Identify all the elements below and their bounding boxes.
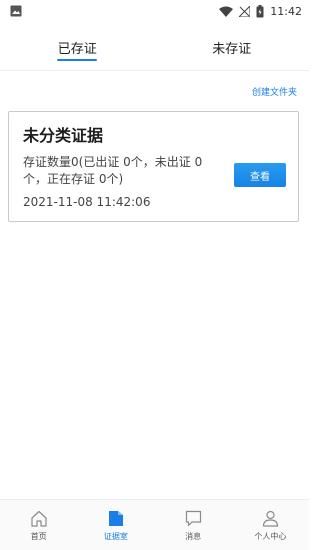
evidence-room-icon bbox=[108, 510, 124, 527]
tab-divider bbox=[0, 70, 309, 71]
message-icon bbox=[185, 510, 202, 527]
folder-timestamp: 2021-11-08 11:42:06 bbox=[23, 195, 151, 209]
evidence-folder-card[interactable]: 未分类证据 存证数量0(已出证 0个，未出证 0个，正在存证 0个) 2021-… bbox=[8, 111, 299, 222]
tab-stored[interactable]: 已存证 bbox=[0, 30, 155, 66]
status-time: 11:42 bbox=[270, 4, 302, 18]
tab-stored-label: 已存证 bbox=[57, 42, 97, 57]
folder-summary: 存证数量0(已出证 0个，未出证 0个，正在存证 0个) bbox=[23, 155, 203, 186]
folder-title: 未分类证据 bbox=[23, 126, 104, 145]
nav-label-profile: 个人中心 bbox=[254, 532, 287, 541]
nav-item-home[interactable]: 首页 bbox=[0, 500, 77, 550]
nav-label-evidence-room: 证据室 bbox=[103, 532, 128, 541]
status-bar: 11:42 bbox=[0, 0, 309, 22]
no-signal-icon bbox=[239, 5, 251, 17]
active-tab-indicator bbox=[57, 59, 98, 61]
status-icons: 11:42 bbox=[219, 4, 302, 18]
nav-item-profile[interactable]: 个人中心 bbox=[232, 500, 309, 550]
battery-icon bbox=[256, 4, 264, 18]
tab-not-stored-label: 未存证 bbox=[212, 42, 252, 57]
gallery-notification-icon bbox=[10, 5, 22, 17]
evidence-tabs: 已存证 未存证 bbox=[0, 30, 309, 66]
view-button[interactable]: 查看 bbox=[234, 163, 286, 187]
create-folder-link[interactable]: 创建文件夹 bbox=[252, 85, 297, 98]
nav-item-messages[interactable]: 消息 bbox=[155, 500, 232, 550]
wifi-icon bbox=[219, 6, 234, 17]
tab-not-stored[interactable]: 未存证 bbox=[155, 30, 310, 66]
nav-item-evidence-room[interactable]: 证据室 bbox=[77, 500, 154, 550]
bottom-nav: 首页 证据室 消息 个人中心 bbox=[0, 499, 309, 550]
nav-label-messages: 消息 bbox=[185, 532, 202, 541]
nav-label-home: 首页 bbox=[30, 532, 47, 541]
home-icon bbox=[30, 510, 48, 527]
person-icon bbox=[262, 510, 279, 527]
